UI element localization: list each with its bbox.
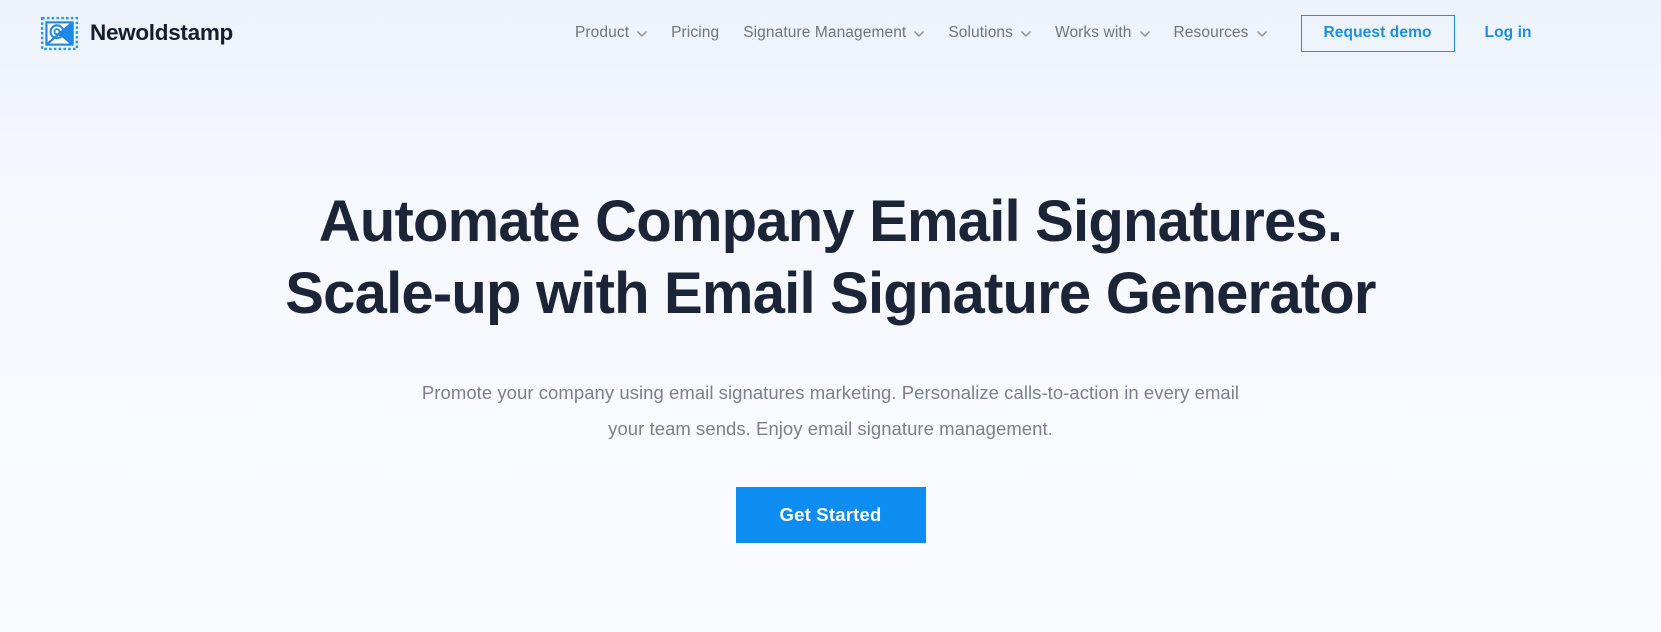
chevron-down-icon	[637, 29, 647, 37]
hero-section: Automate Company Email Signatures. Scale…	[0, 66, 1661, 632]
nav-item-solutions[interactable]: Solutions	[936, 13, 1043, 53]
nav-item-signature-management[interactable]: Signature Management	[731, 13, 936, 53]
request-demo-button[interactable]: Request demo	[1300, 14, 1455, 52]
brand-logo[interactable]: Newoldstamp	[40, 14, 233, 53]
nav-item-product[interactable]: Product	[563, 13, 659, 53]
chevron-down-icon	[1139, 29, 1150, 37]
chevron-down-icon	[1021, 29, 1031, 37]
nav-item-pricing[interactable]: Pricing	[659, 13, 731, 53]
hero-subtitle: Promote your company using email signatu…	[341, 375, 1321, 447]
nav-item-label: Product	[574, 24, 630, 42]
nav-item-label: Works with	[1055, 24, 1132, 42]
nav-item-resources[interactable]: Resources	[1162, 13, 1279, 53]
nav-item-label: Signature Management	[743, 24, 907, 42]
nav-item-works-with[interactable]: Works with	[1043, 13, 1162, 53]
main-navigation: Product Pricing Signature Management Sol…	[563, 13, 1532, 53]
site-header: Newoldstamp Product Pricing Signature Ma…	[0, 0, 1661, 66]
stamp-envelope-at-icon	[40, 14, 79, 53]
nav-item-label: Pricing	[671, 24, 720, 42]
get-started-button[interactable]: Get Started	[735, 487, 926, 543]
chevron-down-icon	[914, 29, 925, 37]
page-title: Automate Company Email Signatures. Scale…	[181, 186, 1481, 330]
landing-page: Newoldstamp Product Pricing Signature Ma…	[0, 0, 1661, 632]
nav-item-label: Solutions	[948, 24, 1013, 42]
page-title-line-2: Scale-up with Email Signature Generator	[285, 261, 1376, 326]
hero-subtitle-line-1: Promote your company using email signatu…	[421, 382, 1240, 403]
chevron-down-icon	[1256, 29, 1267, 37]
hero-subtitle-line-2: your team sends. Enjoy email signature m…	[608, 418, 1053, 439]
login-link[interactable]: Log in	[1485, 24, 1532, 42]
brand-wordmark: Newoldstamp	[90, 20, 233, 45]
nav-item-label: Resources	[1173, 24, 1249, 42]
page-title-line-1: Automate Company Email Signatures.	[318, 189, 1343, 254]
